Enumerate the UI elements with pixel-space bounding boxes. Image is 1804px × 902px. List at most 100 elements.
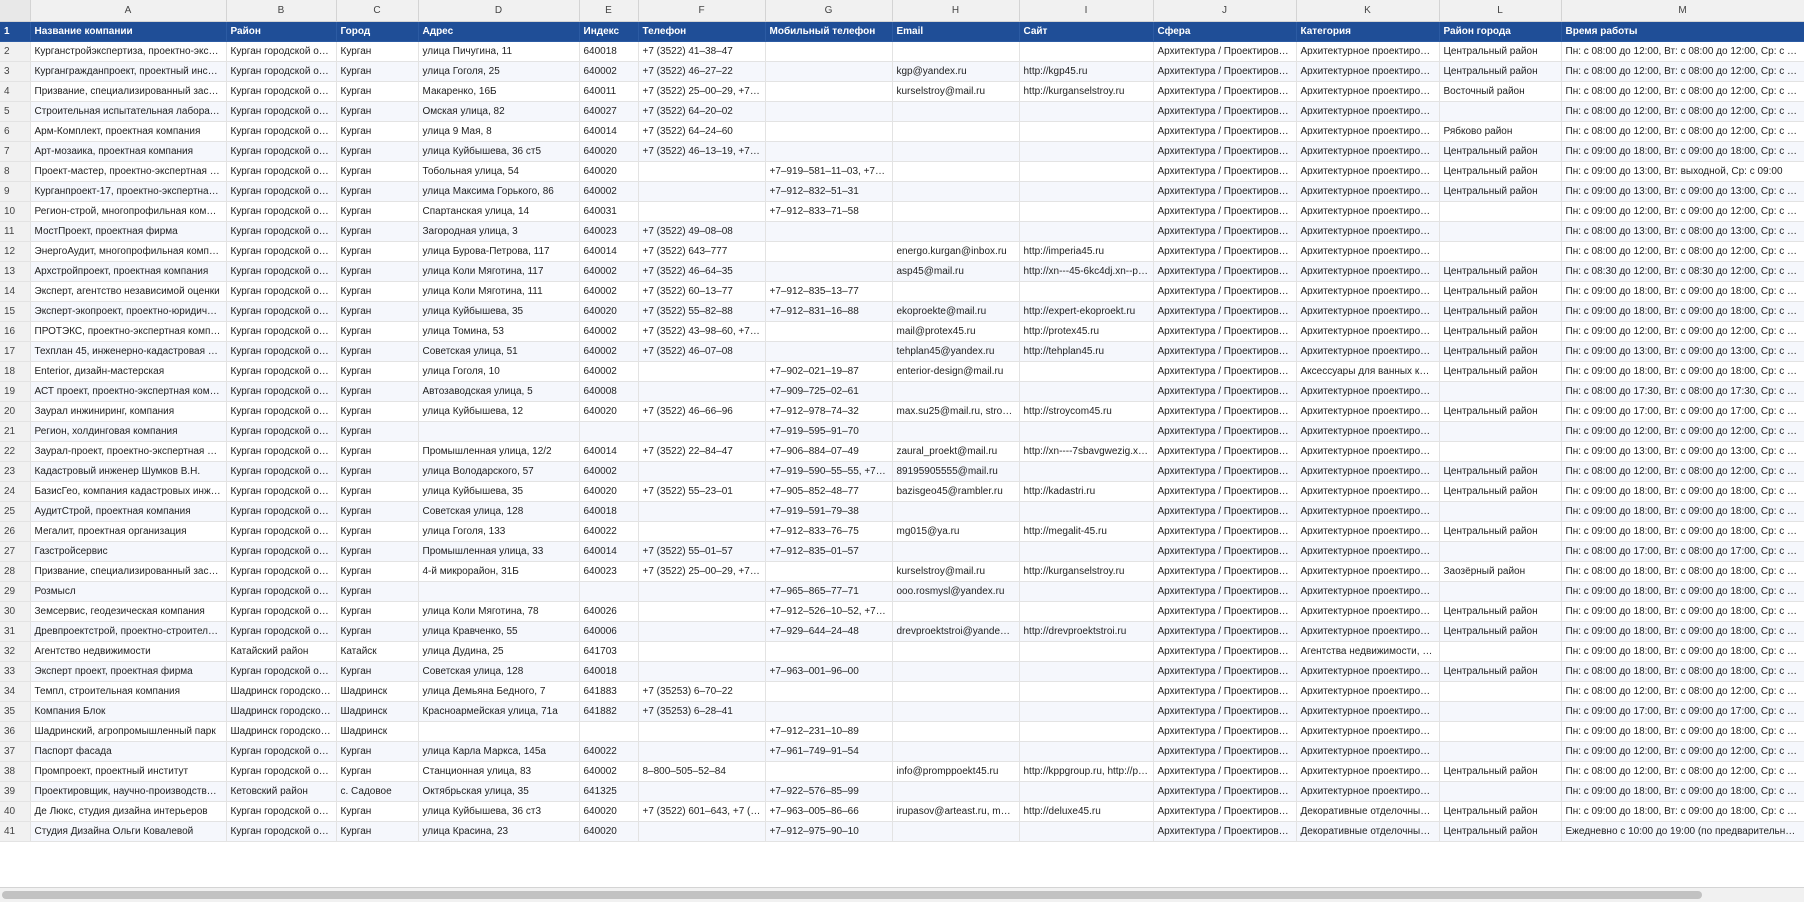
table-cell[interactable]: улица Коли Мяготина, 117 (418, 261, 580, 282)
table-cell[interactable]: Курган городской округ (226, 61, 337, 82)
table-cell[interactable]: Архитектурное проектирование (1296, 401, 1440, 422)
row-number[interactable]: 7 (0, 141, 31, 162)
table-cell[interactable]: 640002 (579, 761, 639, 782)
table-cell[interactable]: Архитектурное проектирование (1296, 601, 1440, 622)
table-cell[interactable] (638, 181, 766, 202)
table-cell[interactable] (892, 381, 1020, 402)
table-cell[interactable]: asp45@mail.ru (892, 261, 1020, 282)
table-cell[interactable] (1019, 381, 1154, 402)
table-cell[interactable]: Архитектура / Проектирование (1153, 621, 1297, 642)
table-cell[interactable]: Архитектура / Проектирование (1153, 221, 1297, 242)
table-cell[interactable]: Курган (336, 101, 419, 122)
column-header-i[interactable]: I (1019, 0, 1154, 22)
table-cell[interactable]: 640023 (579, 221, 639, 242)
table-cell[interactable]: Центральный район (1439, 601, 1562, 622)
row-number[interactable]: 11 (0, 221, 31, 242)
table-cell[interactable]: улица Коли Мяготина, 78 (418, 601, 580, 622)
table-cell[interactable]: +7–963–001–96–00 (765, 661, 893, 682)
row-number[interactable]: 34 (0, 681, 31, 702)
table-cell[interactable] (638, 721, 766, 742)
table-cell[interactable] (638, 621, 766, 642)
table-cell[interactable]: Шадринск городской округ (226, 681, 337, 702)
table-cell[interactable] (765, 41, 893, 62)
table-cell[interactable]: Тобольная улица, 54 (418, 161, 580, 182)
row-number[interactable]: 25 (0, 501, 31, 522)
table-cell[interactable] (1019, 41, 1154, 62)
table-cell[interactable]: +7–912–832–51–31 (765, 181, 893, 202)
table-cell[interactable]: улица Карла Маркса, 145а (418, 741, 580, 762)
table-cell[interactable] (638, 821, 766, 842)
table-cell[interactable] (892, 781, 1020, 802)
table-cell[interactable]: Газстройсервис (30, 541, 227, 562)
table-cell[interactable]: 640020 (579, 141, 639, 162)
table-cell[interactable]: 640002 (579, 461, 639, 482)
table-cell[interactable] (1019, 681, 1154, 702)
header-cell[interactable]: Телефон (638, 21, 766, 42)
table-cell[interactable] (765, 321, 893, 342)
table-cell[interactable] (1439, 381, 1562, 402)
table-cell[interactable] (892, 141, 1020, 162)
table-cell[interactable] (638, 201, 766, 222)
table-cell[interactable]: Курган (336, 561, 419, 582)
table-cell[interactable]: +7–919–590–55–55, +7–912 (765, 461, 893, 482)
table-cell[interactable]: Архитектура / Проектирование (1153, 101, 1297, 122)
table-cell[interactable]: Архитектурное проектирование (1296, 61, 1440, 82)
table-cell[interactable]: 640020 (579, 801, 639, 822)
table-cell[interactable]: Архитектура / Проектирование (1153, 701, 1297, 722)
table-cell[interactable] (638, 521, 766, 542)
table-cell[interactable]: Enterior, дизайн-мастерская (30, 361, 227, 382)
table-cell[interactable]: Центральный район (1439, 281, 1562, 302)
table-cell[interactable]: +7–922–576–85–99 (765, 781, 893, 802)
table-cell[interactable] (765, 221, 893, 242)
table-cell[interactable]: +7 (3522) 46–64–35 (638, 261, 766, 282)
table-cell[interactable]: Эксперт-экопроект, проектно-юридическая … (30, 301, 227, 322)
row-number[interactable]: 10 (0, 201, 31, 222)
table-cell[interactable]: Розмысл (30, 581, 227, 602)
header-cell[interactable]: Время работы (1561, 21, 1804, 42)
table-cell[interactable]: Центральный район (1439, 821, 1562, 842)
table-cell[interactable]: 640018 (579, 661, 639, 682)
table-cell[interactable]: http://expert-ekoproekt.ru (1019, 301, 1154, 322)
table-cell[interactable] (892, 41, 1020, 62)
table-cell[interactable]: 8–800–505–52–84 (638, 761, 766, 782)
table-cell[interactable]: +7 (3522) 46–13–19, +7 (3522) (638, 141, 766, 162)
table-cell[interactable]: Архитектура / Проектирование (1153, 641, 1297, 662)
row-number[interactable]: 29 (0, 581, 31, 602)
table-cell[interactable]: Курган городской округ (226, 821, 337, 842)
table-cell[interactable]: Кетовский район (226, 781, 337, 802)
table-cell[interactable]: Курганстройэкспертиза, проектно-экспертн… (30, 41, 227, 62)
table-cell[interactable]: Архстройпроект, проектная компания (30, 261, 227, 282)
table-cell[interactable]: 640002 (579, 261, 639, 282)
column-header-c[interactable]: C (336, 0, 419, 22)
table-cell[interactable] (1019, 721, 1154, 742)
table-cell[interactable]: Архитектурное проектирование (1296, 121, 1440, 142)
table-cell[interactable]: Архитектурное проектирование (1296, 341, 1440, 362)
table-cell[interactable]: Пн: с 09:00 до 18:00, Вт: с 09:00 до 18:… (1561, 301, 1804, 322)
select-all-corner[interactable] (0, 0, 31, 22)
table-cell[interactable]: Пн: с 08:00 до 18:00, Вт: с 08:00 до 18:… (1561, 561, 1804, 582)
table-cell[interactable]: Аксессуары для ванных комнат (1296, 361, 1440, 382)
table-cell[interactable] (1019, 601, 1154, 622)
table-cell[interactable]: Архитектура / Проектирование (1153, 441, 1297, 462)
table-cell[interactable]: http://stroycom45.ru (1019, 401, 1154, 422)
table-cell[interactable]: 640023 (579, 561, 639, 582)
table-cell[interactable]: http://megalit-45.ru (1019, 521, 1154, 542)
table-cell[interactable]: Архитектура / Проектирование (1153, 481, 1297, 502)
table-cell[interactable]: Курган городской округ (226, 421, 337, 442)
table-cell[interactable]: Пн: с 09:00 до 18:00, Вт: с 09:00 до 18:… (1561, 601, 1804, 622)
table-cell[interactable]: mail@protex45.ru (892, 321, 1020, 342)
table-cell[interactable]: +7 (3522) 46–07–08 (638, 341, 766, 362)
table-cell[interactable]: Архитектура / Проектирование (1153, 281, 1297, 302)
table-cell[interactable]: Регион, холдинговая компания (30, 421, 227, 442)
table-cell[interactable]: 641703 (579, 641, 639, 662)
table-cell[interactable] (1019, 461, 1154, 482)
header-cell[interactable]: Район города (1439, 21, 1562, 42)
table-cell[interactable]: +7 (3522) 41–38–47 (638, 41, 766, 62)
table-cell[interactable]: http://drevproektstroi.ru (1019, 621, 1154, 642)
table-cell[interactable] (418, 581, 580, 602)
table-cell[interactable]: Курган городской округ (226, 621, 337, 642)
table-cell[interactable]: Архитектура / Проектирование (1153, 581, 1297, 602)
table-cell[interactable]: kurselstroy@mail.ru (892, 81, 1020, 102)
table-cell[interactable]: Архитектура / Проектирование (1153, 741, 1297, 762)
table-cell[interactable]: улица Красина, 23 (418, 821, 580, 842)
